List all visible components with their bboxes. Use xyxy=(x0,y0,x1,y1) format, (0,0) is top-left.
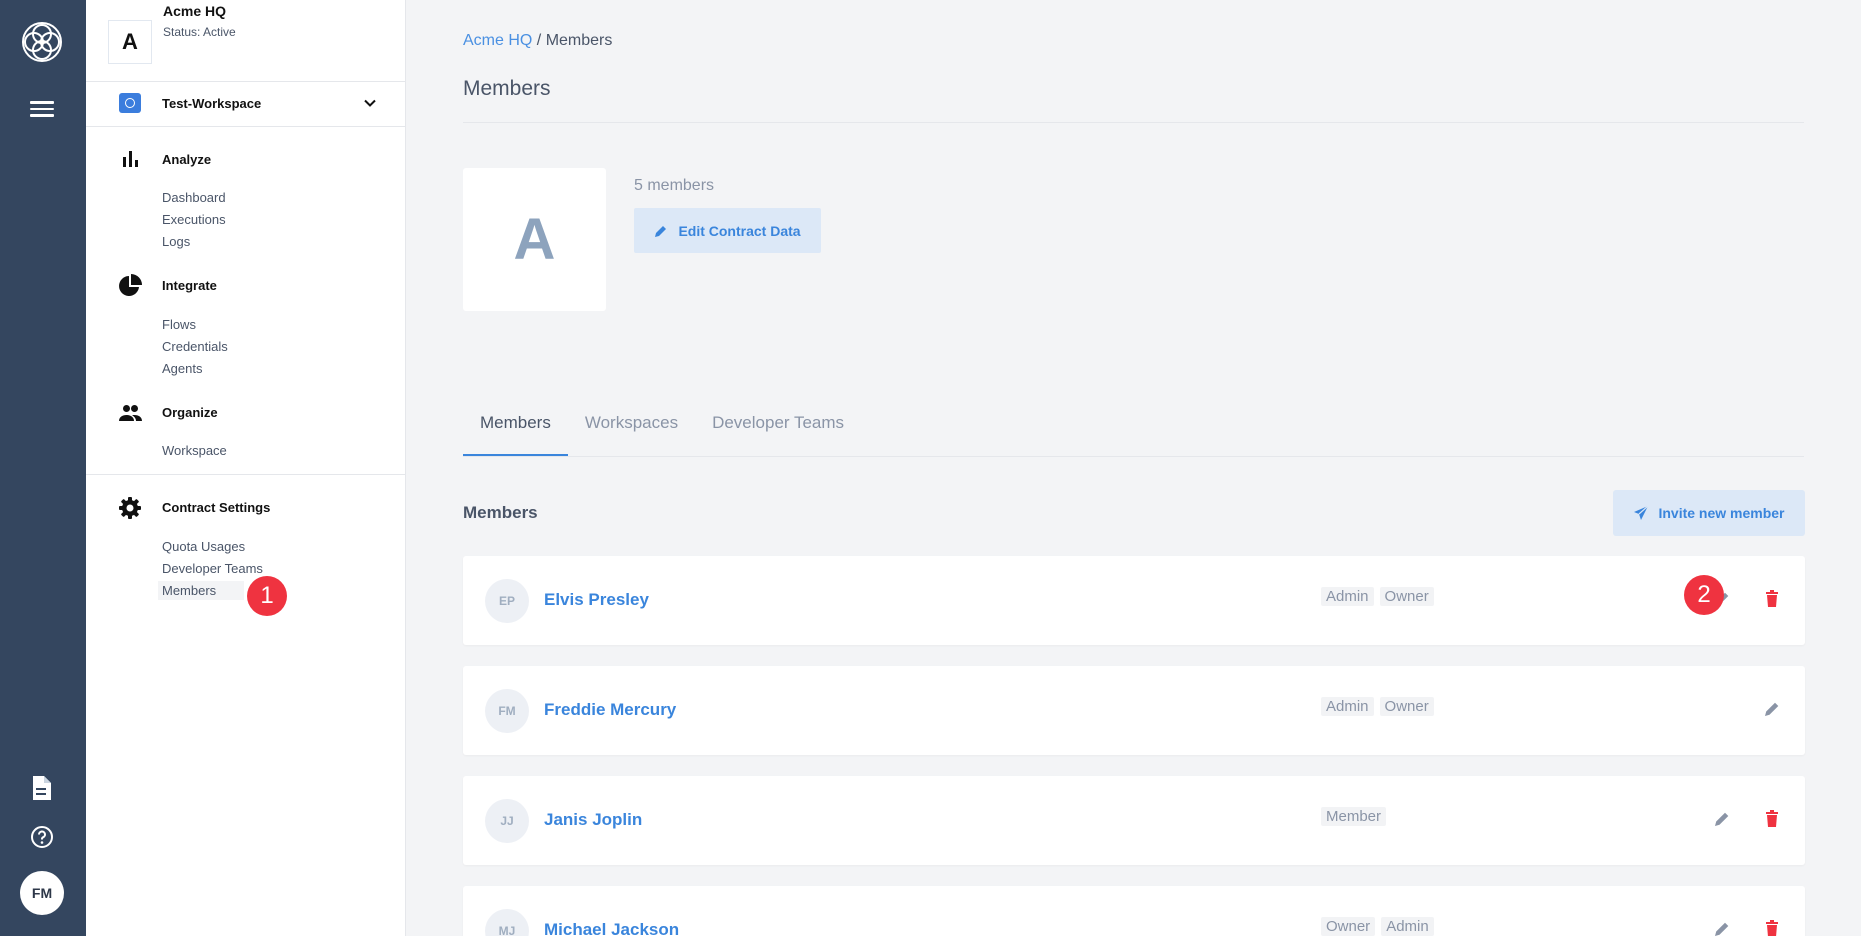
org-header: A xyxy=(108,20,152,64)
annotation-badge-1: 1 xyxy=(247,576,287,616)
people-icon xyxy=(119,405,142,421)
nav-section-analyze: Analyze xyxy=(162,152,212,167)
breadcrumb-current: Members xyxy=(545,32,613,49)
breadcrumb: Acme HQ / Members xyxy=(463,32,612,50)
table-row: MJ Michael Jackson Owner Admin xyxy=(463,886,1805,936)
member-avatar: EP xyxy=(485,579,529,623)
member-roles: Admin Owner xyxy=(1321,587,1434,606)
workspace-selector[interactable]: Test-Workspace xyxy=(86,82,406,125)
divider xyxy=(86,126,406,127)
pencil-icon[interactable] xyxy=(1763,699,1781,719)
workspace-icon xyxy=(119,93,141,113)
divider xyxy=(463,122,1804,123)
tab-members[interactable]: Members xyxy=(463,400,568,456)
tab-developer-teams[interactable]: Developer Teams xyxy=(695,400,861,456)
sidebar-item-agents[interactable]: Agents xyxy=(162,361,202,376)
page-title: Members xyxy=(463,77,551,100)
gear-icon xyxy=(119,497,141,519)
role-tag: Owner xyxy=(1379,697,1434,716)
pencil-icon xyxy=(655,225,667,237)
pie-chart-icon xyxy=(119,274,142,296)
member-roles: Owner Admin xyxy=(1321,917,1434,936)
member-avatar: FM xyxy=(485,689,529,733)
sidebar-item-quota-usages[interactable]: Quota Usages xyxy=(162,539,245,554)
member-name-link[interactable]: Janis Joplin xyxy=(544,810,642,830)
trash-icon[interactable] xyxy=(1763,919,1781,936)
invite-new-member-button[interactable]: Invite new member xyxy=(1613,490,1805,536)
breadcrumb-link-org[interactable]: Acme HQ xyxy=(463,32,532,49)
main-content: Acme HQ / Members Members A 5 members Ed… xyxy=(406,0,1861,936)
sidebar-item-developer-teams[interactable]: Developer Teams xyxy=(162,561,263,576)
edit-contract-data-button[interactable]: Edit Contract Data xyxy=(634,208,821,253)
members-section-title: Members xyxy=(463,503,538,522)
member-name-link[interactable]: Michael Jackson xyxy=(544,920,679,936)
org-name: Acme HQ xyxy=(163,3,227,19)
member-roles: Admin Owner xyxy=(1321,697,1434,716)
workspace-label: Test-Workspace xyxy=(162,96,262,111)
sidebar-item-executions[interactable]: Executions xyxy=(162,212,226,227)
pencil-icon[interactable] xyxy=(1713,809,1731,829)
role-tag: Admin xyxy=(1321,587,1374,606)
member-count: 5 members xyxy=(634,177,715,194)
annotation-badge-2: 2 xyxy=(1684,575,1724,615)
nav-section-organize: Organize xyxy=(162,405,218,420)
role-tag: Owner xyxy=(1379,587,1434,606)
role-tag: Member xyxy=(1321,807,1387,826)
sidebar-item-members[interactable]: Members xyxy=(158,581,245,600)
divider xyxy=(463,456,1804,457)
org-avatar: A xyxy=(108,20,152,64)
help-icon[interactable] xyxy=(30,825,54,849)
sidebar-item-flows[interactable]: Flows xyxy=(162,317,196,332)
table-row: EP Elvis Presley Admin Owner xyxy=(463,556,1805,645)
breadcrumb-separator: / xyxy=(532,32,546,49)
table-row: FM Freddie Mercury Admin Owner xyxy=(463,666,1805,755)
app-rail: FM xyxy=(0,0,86,936)
pencil-icon[interactable] xyxy=(1713,919,1731,936)
role-tag: Owner xyxy=(1321,917,1376,936)
bar-chart-icon xyxy=(123,151,138,167)
divider xyxy=(86,474,406,475)
document-icon[interactable] xyxy=(31,776,51,800)
user-avatar[interactable]: FM xyxy=(20,871,64,915)
role-tag: Admin xyxy=(1381,917,1434,936)
member-avatar: JJ xyxy=(485,799,529,843)
member-avatar: MJ xyxy=(485,909,529,936)
trash-icon[interactable] xyxy=(1763,809,1781,829)
tab-bar: Members Workspaces Developer Teams xyxy=(463,400,861,456)
sidebar-item-workspace[interactable]: Workspace xyxy=(162,443,227,458)
sidebar: A Acme HQ Status: Active Test-Workspace … xyxy=(86,0,406,936)
member-name-link[interactable]: Freddie Mercury xyxy=(544,700,676,720)
invite-new-member-label: Invite new member xyxy=(1658,505,1785,521)
sidebar-item-dashboard[interactable]: Dashboard xyxy=(162,190,226,205)
member-roles: Member xyxy=(1321,807,1387,826)
org-status: Status: Active xyxy=(163,25,236,39)
app-logo-icon[interactable] xyxy=(20,20,64,64)
send-icon xyxy=(1634,505,1649,520)
nav-section-contract-settings: Contract Settings xyxy=(162,500,271,515)
contract-avatar: A xyxy=(463,168,606,311)
edit-contract-data-label: Edit Contract Data xyxy=(678,222,801,239)
sidebar-item-credentials[interactable]: Credentials xyxy=(162,339,228,354)
table-row: JJ Janis Joplin Member xyxy=(463,776,1805,865)
member-name-link[interactable]: Elvis Presley xyxy=(544,590,649,610)
hamburger-menu-icon[interactable] xyxy=(30,101,54,119)
nav-section-integrate: Integrate xyxy=(162,278,217,293)
role-tag: Admin xyxy=(1321,697,1374,716)
trash-icon[interactable] xyxy=(1763,589,1781,609)
sidebar-item-logs[interactable]: Logs xyxy=(162,234,190,249)
tab-workspaces[interactable]: Workspaces xyxy=(568,400,695,456)
chevron-down-icon xyxy=(364,99,376,107)
